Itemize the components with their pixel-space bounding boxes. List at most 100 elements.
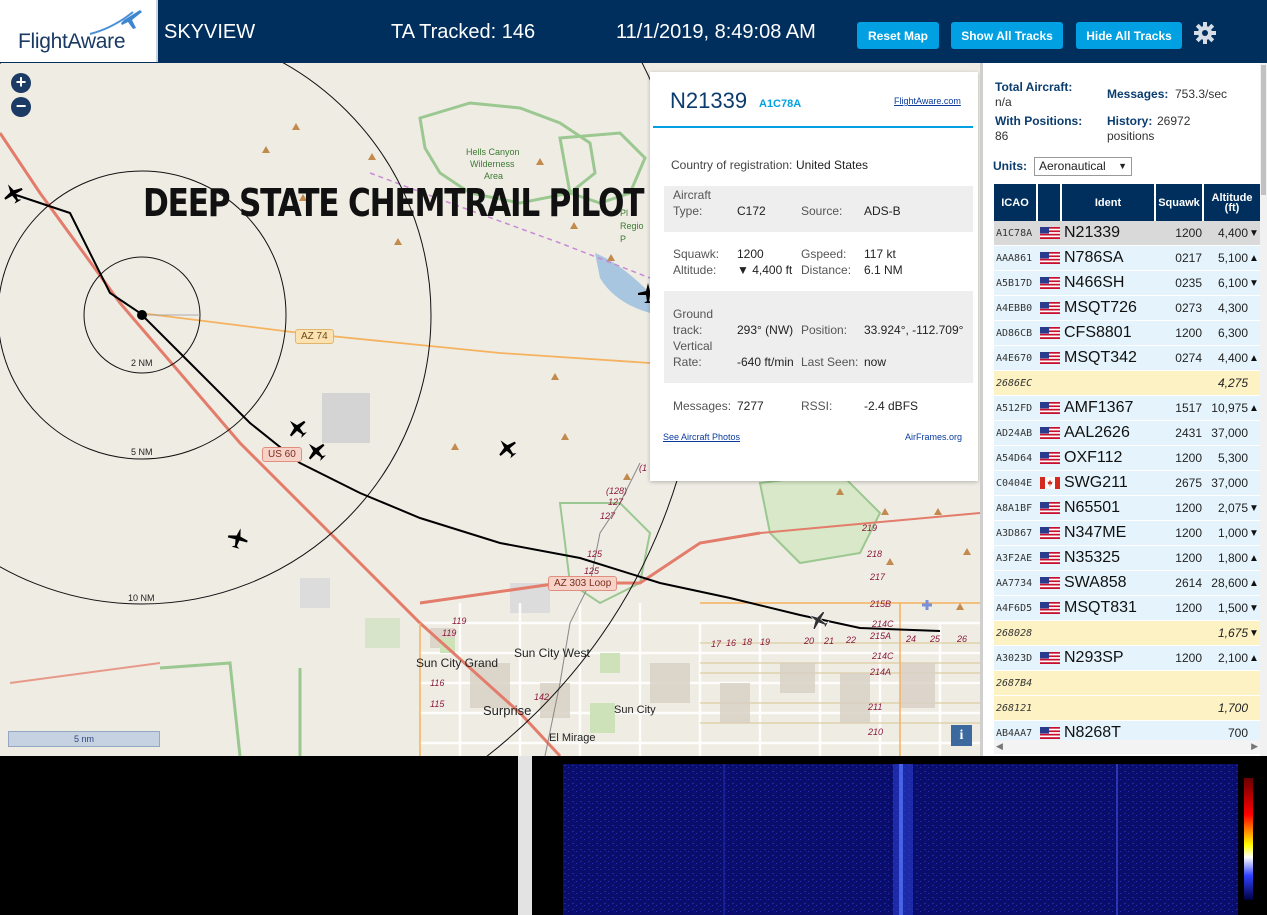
table-row[interactable]: A4E670 MSQT342 0274 4,400 ▲ [994, 346, 1260, 370]
show-all-tracks-button[interactable]: Show All Tracks [951, 22, 1063, 49]
us-flag-icon [1040, 652, 1060, 664]
table-row[interactable]: AB4AA7 N8268T 700 [994, 721, 1260, 740]
mile-marker: 21 [824, 636, 835, 646]
table-row[interactable]: AD86CB CFS8801 1200 6,300 [994, 321, 1260, 345]
panel-vertical-scrollbar[interactable] [1260, 63, 1267, 756]
cell-ident: SWA858 [1064, 574, 1127, 591]
flightaware-link[interactable]: FlightAware.com [894, 96, 961, 106]
table-row[interactable]: AA7734 SWA858 2614 28,600 ▲ [994, 571, 1260, 595]
table-row[interactable]: A5B17D N466SH 0235 6,100 ▼ [994, 271, 1260, 295]
last-seen-value: now [864, 355, 887, 369]
zoom-in-button[interactable]: + [11, 73, 31, 93]
road-az303-label: AZ 303 Loop [548, 576, 618, 591]
distance-value: 6.1 NM [864, 263, 903, 277]
cell-icao: A3F2AE [996, 552, 1033, 564]
altitude-trend-icon [1249, 671, 1260, 695]
table-row[interactable]: A3023D N293SP 1200 2,100 ▲ [994, 646, 1260, 670]
altitude-trend-icon: ▲ [1249, 577, 1259, 589]
cell-ident: N293SP [1064, 649, 1124, 666]
cell-ident: N8268T [1064, 724, 1121, 740]
scale-bar: 5 nm [8, 731, 160, 747]
mile-marker: 217 [870, 572, 886, 582]
hide-all-tracks-button[interactable]: Hide All Tracks [1076, 22, 1182, 49]
table-row[interactable]: 2687B4 [994, 671, 1260, 695]
cell-squawk [1156, 671, 1202, 695]
us-flag-icon [1040, 502, 1060, 514]
cell-flag [1038, 696, 1062, 720]
cell-squawk: 2431 [1175, 426, 1202, 440]
col-squawk[interactable]: Squawk [1156, 184, 1204, 221]
overlay-caption: DEEP STATE CHEMTRAIL PILOT [143, 181, 645, 225]
table-row[interactable]: 2686EC 4,275 [994, 371, 1260, 395]
units-label: Units: [993, 159, 1027, 173]
table-row[interactable]: AAA861 N786SA 0217 5,100 ▲ [994, 246, 1260, 270]
mile-marker: 24 [906, 634, 917, 644]
col-icao[interactable]: ICAO [994, 184, 1038, 221]
table-horizontal-scrollbar[interactable]: ◀ ▶ [994, 740, 1260, 754]
bottom-area [0, 756, 1267, 915]
top-bar: FlightAware SKYVIEW TA Tracked: 146 11/1… [0, 0, 1267, 63]
cell-icao: A3D867 [996, 527, 1033, 539]
table-row[interactable]: A54D64 OXF112 1200 5,300 [994, 446, 1260, 470]
altitude-trend-icon [1249, 471, 1260, 495]
mile-marker: 210 [868, 727, 884, 737]
cell-squawk: 0273 [1175, 301, 1202, 315]
col-flag[interactable] [1038, 184, 1062, 221]
table-row[interactable]: AD24AB AAL2626 2431 37,000 [994, 421, 1260, 445]
country-value: United States [796, 158, 869, 172]
road-az74-label: AZ 74 [295, 329, 334, 344]
aircraft-popup: N21339 A1C78A FlightAware.com Country of… [650, 72, 978, 481]
gear-icon[interactable] [1193, 21, 1217, 45]
airframes-link[interactable]: AirFrames.org [905, 432, 962, 442]
zoom-out-button[interactable]: − [11, 97, 31, 117]
cell-ident [1064, 671, 1156, 695]
reset-map-button[interactable]: Reset Map [857, 22, 939, 49]
table-row[interactable]: A4F6D5 MSQT831 1200 1,500 ▼ [994, 596, 1260, 620]
aircraft-photos-link[interactable]: See Aircraft Photos [663, 432, 740, 442]
ring-label-5nm: 5 NM [131, 447, 153, 457]
scrollbar-thumb[interactable] [1261, 65, 1266, 195]
us-flag-icon [1040, 452, 1060, 464]
cell-flag [1038, 396, 1062, 420]
cell-ident: N35325 [1064, 549, 1121, 566]
altitude-trend-icon [1249, 296, 1260, 320]
table-row[interactable]: A4EBB0 MSQT726 0273 4,300 [994, 296, 1260, 320]
col-altitude[interactable]: Altitude (ft) [1204, 184, 1260, 221]
col-ident[interactable]: Ident [1062, 184, 1156, 221]
squawk-label: Squawk: [673, 247, 720, 261]
table-row[interactable]: A3D867 N347ME 1200 1,000 ▼ [994, 521, 1260, 545]
table-row[interactable]: 268028 1,675 ▼ [994, 621, 1260, 645]
units-select[interactable]: Aeronautical ▼ [1034, 157, 1132, 176]
cell-icao: 2687B4 [996, 677, 1033, 689]
position-value: 33.924°, -112.709° [864, 323, 964, 337]
cell-altitude: 4,400 [1217, 226, 1248, 240]
pane-divider[interactable] [518, 756, 532, 915]
scroll-right-icon[interactable]: ▶ [1251, 741, 1258, 752]
cell-flag [1038, 546, 1062, 570]
table-row[interactable]: A1C78A N21339 1200 4,400 ▼ [994, 221, 1260, 245]
clock: 11/1/2019, 8:49:08 AM [616, 21, 816, 43]
regional-label-3: P [620, 234, 627, 244]
us-flag-icon [1040, 227, 1060, 239]
cell-squawk [1156, 621, 1202, 645]
wilderness-label-3: Area [484, 171, 504, 181]
position-label: Position: [801, 323, 848, 337]
road-us60-label: US 60 [262, 447, 302, 462]
cell-flag [1038, 371, 1062, 395]
table-row[interactable]: C0404E SWG211 2675 37,000 [994, 471, 1260, 495]
cell-altitude: 1,675 [1217, 626, 1248, 640]
flightaware-logo[interactable]: FlightAware [0, 0, 158, 62]
ring-label-10nm: 10 NM [128, 593, 155, 603]
scroll-left-icon[interactable]: ◀ [996, 741, 1003, 752]
altitude-trend-icon: ▲ [1249, 652, 1259, 664]
cell-altitude: 37,000 [1211, 426, 1248, 440]
table-row[interactable]: A512FD AMF1367 1517 10,975 ▲ [994, 396, 1260, 420]
waterfall-display [563, 764, 1238, 915]
table-row[interactable]: A8A1BF N65501 1200 2,075 ▼ [994, 496, 1260, 520]
table-row[interactable]: A3F2AE N35325 1200 1,800 ▲ [994, 546, 1260, 570]
info-icon[interactable]: i [951, 725, 972, 746]
cell-altitude: 4,400 [1217, 351, 1248, 365]
cell-altitude: 6,100 [1217, 276, 1248, 290]
map-view[interactable]: + − DEEP STATE CHEMTRAIL PILOT 2 NM 5 NM… [0, 63, 980, 756]
table-row[interactable]: 268121 1,700 [994, 696, 1260, 720]
